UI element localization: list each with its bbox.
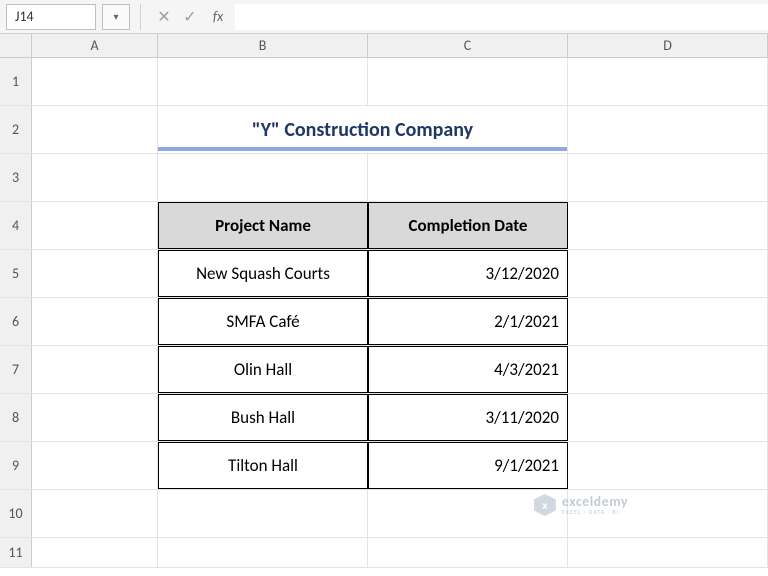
cell-d5[interactable] <box>568 250 768 297</box>
fx-icon: fx <box>213 8 223 25</box>
row-header-10[interactable]: 10 <box>0 490 32 537</box>
table-header-project[interactable]: Project Name <box>158 202 368 249</box>
row-header-1[interactable]: 1 <box>0 58 32 105</box>
cell-d8[interactable] <box>568 394 768 441</box>
row-header-2[interactable]: 2 <box>0 106 32 153</box>
cell-d9[interactable] <box>568 442 768 489</box>
name-box-dropdown[interactable]: ▾ <box>102 4 130 30</box>
formula-input[interactable] <box>235 4 768 30</box>
row-2: 2 "Y" Construction Company <box>0 106 768 154</box>
title-underline <box>158 147 567 151</box>
cell-b1[interactable] <box>158 58 368 105</box>
table-header-date[interactable]: Completion Date <box>368 202 568 249</box>
divider <box>140 4 141 30</box>
table-row[interactable]: New Squash Courts <box>158 250 368 297</box>
row-8: 8 Bush Hall 3/11/2020 <box>0 394 768 442</box>
row-header-6[interactable]: 6 <box>0 298 32 345</box>
cell-d1[interactable] <box>568 58 768 105</box>
table-row[interactable]: 9/1/2021 <box>368 442 568 489</box>
row-3: 3 <box>0 154 768 202</box>
col-header-a[interactable]: A <box>32 34 158 57</box>
page-title: "Y" Construction Company <box>252 118 473 142</box>
cell-c11[interactable] <box>368 538 568 567</box>
row-header-5[interactable]: 5 <box>0 250 32 297</box>
cell-a3[interactable] <box>32 154 158 201</box>
row-11: 11 <box>0 538 768 568</box>
row-6: 6 SMFA Café 2/1/2021 <box>0 298 768 346</box>
table-row[interactable]: 3/11/2020 <box>368 394 568 441</box>
row-4: 4 Project Name Completion Date <box>0 202 768 250</box>
cell-b11[interactable] <box>158 538 368 567</box>
cell-a6[interactable] <box>32 298 158 345</box>
chevron-down-icon: ▾ <box>113 10 118 23</box>
cell-a1[interactable] <box>32 58 158 105</box>
cell-c1[interactable] <box>368 58 568 105</box>
cell-a5[interactable] <box>32 250 158 297</box>
cell-b10[interactable] <box>158 490 368 537</box>
cell-a7[interactable] <box>32 346 158 393</box>
cell-d10[interactable] <box>568 490 768 537</box>
table-row[interactable]: Olin Hall <box>158 346 368 393</box>
cell-d4[interactable] <box>568 202 768 249</box>
cancel-formula-button[interactable]: ✕ <box>153 6 175 28</box>
select-all-corner[interactable] <box>0 34 32 57</box>
table-row[interactable]: 3/12/2020 <box>368 250 568 297</box>
row-10: 10 <box>0 490 768 538</box>
cell-d6[interactable] <box>568 298 768 345</box>
insert-function-button[interactable]: fx <box>205 6 227 28</box>
row-1: 1 <box>0 58 768 106</box>
row-header-9[interactable]: 9 <box>0 442 32 489</box>
enter-formula-button[interactable]: ✓ <box>179 6 201 28</box>
cell-c3[interactable] <box>368 154 568 201</box>
table-row[interactable]: Tilton Hall <box>158 442 368 489</box>
spreadsheet-grid: A B C D 1 2 "Y" Construction Company 3 <box>0 34 768 568</box>
cell-a11[interactable] <box>32 538 158 567</box>
cell-d11[interactable] <box>568 538 768 567</box>
col-header-d[interactable]: D <box>568 34 768 57</box>
cell-a10[interactable] <box>32 490 158 537</box>
check-icon: ✓ <box>183 7 196 27</box>
rows: 1 2 "Y" Construction Company 3 4 Pr <box>0 58 768 568</box>
title-cell[interactable]: "Y" Construction Company <box>158 106 568 153</box>
cell-a9[interactable] <box>32 442 158 489</box>
cell-c10[interactable] <box>368 490 568 537</box>
x-icon: ✕ <box>157 7 170 27</box>
column-headers: A B C D <box>0 34 768 58</box>
row-header-11[interactable]: 11 <box>0 538 32 567</box>
row-header-4[interactable]: 4 <box>0 202 32 249</box>
row-9: 9 Tilton Hall 9/1/2021 <box>0 442 768 490</box>
table-row[interactable]: SMFA Café <box>158 298 368 345</box>
col-header-b[interactable]: B <box>158 34 368 57</box>
table-row[interactable]: 4/3/2021 <box>368 346 568 393</box>
cell-a4[interactable] <box>32 202 158 249</box>
cell-d2[interactable] <box>568 106 768 153</box>
cell-a2[interactable] <box>32 106 158 153</box>
formula-bar-row: J14 ▾ ✕ ✓ fx <box>0 0 768 34</box>
cell-d3[interactable] <box>568 154 768 201</box>
table-row[interactable]: 2/1/2021 <box>368 298 568 345</box>
col-header-c[interactable]: C <box>368 34 568 57</box>
name-box[interactable]: J14 <box>6 4 96 30</box>
cell-d7[interactable] <box>568 346 768 393</box>
row-5: 5 New Squash Courts 3/12/2020 <box>0 250 768 298</box>
name-box-value: J14 <box>15 8 34 25</box>
row-header-3[interactable]: 3 <box>0 154 32 201</box>
cell-a8[interactable] <box>32 394 158 441</box>
cell-b3[interactable] <box>158 154 368 201</box>
row-7: 7 Olin Hall 4/3/2021 <box>0 346 768 394</box>
row-header-7[interactable]: 7 <box>0 346 32 393</box>
row-header-8[interactable]: 8 <box>0 394 32 441</box>
table-row[interactable]: Bush Hall <box>158 394 368 441</box>
